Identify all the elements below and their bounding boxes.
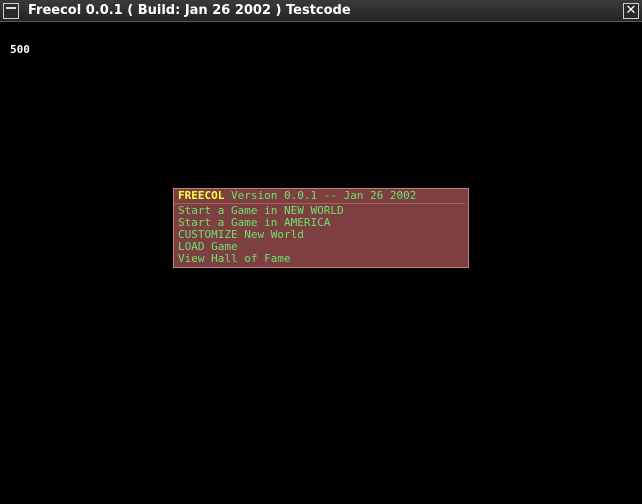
- menu-header: FREECOL Version 0.0.1 -- Jan 26 2002: [178, 190, 468, 202]
- menu-app-name: FREECOL: [178, 189, 225, 202]
- counter-readout: 500: [10, 43, 30, 56]
- window-title: Freecol 0.0.1 ( Build: Jan 26 2002 ) Tes…: [28, 3, 351, 18]
- window-titlebar[interactable]: Freecol 0.0.1 ( Build: Jan 26 2002 ) Tes…: [0, 0, 642, 22]
- window-menu-icon[interactable]: [3, 3, 19, 19]
- close-icon[interactable]: ✕: [623, 3, 639, 19]
- menu-version-text: Version 0.0.1 -- Jan 26 2002: [224, 189, 417, 202]
- window-menu-bar: [6, 7, 16, 9]
- app-window: Freecol 0.0.1 ( Build: Jan 26 2002 ) Tes…: [0, 0, 642, 504]
- main-menu: FREECOL Version 0.0.1 -- Jan 26 2002 Sta…: [173, 188, 469, 268]
- menu-item-hall-of-fame[interactable]: View Hall of Fame: [178, 253, 468, 265]
